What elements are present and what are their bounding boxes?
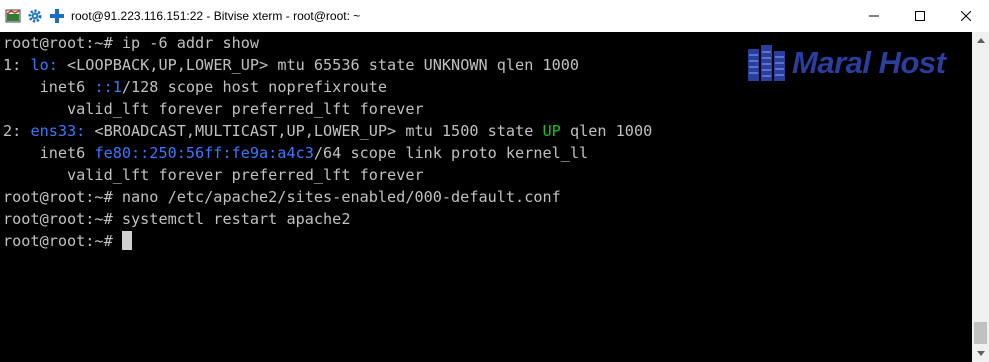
- terminal-text-segment: qlen 1000: [560, 122, 653, 140]
- server-tower-icon: [748, 45, 785, 81]
- terminal-text-segment: ens33:: [30, 122, 86, 140]
- scroll-up-arrow-icon[interactable]: [972, 32, 989, 49]
- terminal-text-segment: /128 scope host noprefixroute: [121, 78, 388, 96]
- terminal-text-segment: valid_lft forever preferred_lft forever: [3, 166, 424, 184]
- minimize-button[interactable]: [851, 0, 897, 32]
- terminal-text-segment: ::1: [94, 78, 122, 96]
- terminal-line: inet6 fe80::250:56ff:fe9a:a4c3/64 scope …: [3, 142, 589, 164]
- terminal-app-icon[interactable]: [5, 8, 21, 24]
- terminal-text-segment: root@root:~# nano /etc/apache2/sites-ena…: [3, 188, 561, 206]
- terminal-text-segment: root@root:~#: [3, 232, 122, 250]
- logo-text: Maral Host: [792, 45, 946, 80]
- terminal-text-segment: root@root:~# ip -6 addr show: [3, 34, 260, 52]
- maximize-icon: [915, 11, 925, 21]
- terminal-window: root@91.223.116.151:22 - Bitvise xterm -…: [0, 0, 989, 362]
- terminal-line: root@root:~# systemctl restart apache2: [3, 208, 350, 230]
- close-icon: [961, 11, 971, 21]
- terminal-text-segment: 2:: [3, 122, 31, 140]
- terminal-line: valid_lft forever preferred_lft forever: [3, 164, 424, 186]
- maral-host-logo: Maral Host: [746, 43, 946, 83]
- terminal-line: root@root:~#: [3, 230, 132, 252]
- terminal-line: inet6 ::1/128 scope host noprefixroute: [3, 76, 387, 98]
- terminal-text-segment: lo:: [30, 56, 58, 74]
- maximize-button[interactable]: [897, 0, 943, 32]
- terminal-text-segment: /64 scope link proto kernel_ll: [313, 144, 589, 162]
- terminal-line: root@root:~# nano /etc/apache2/sites-ena…: [3, 186, 561, 208]
- terminal-line: 1: lo: <LOOPBACK,UP,LOWER_UP> mtu 65536 …: [3, 54, 579, 76]
- terminal-line: 2: ens33: <BROADCAST,MULTICAST,UP,LOWER_…: [3, 120, 652, 142]
- terminal-text-segment: UP: [542, 122, 561, 140]
- terminal-text-segment: fe80::250:56ff:fe9a:a4c3: [94, 144, 314, 162]
- title-bar[interactable]: root@91.223.116.151:22 - Bitvise xterm -…: [0, 0, 989, 32]
- minimize-icon: [869, 15, 879, 17]
- terminal-line: root@root:~# ip -6 addr show: [3, 32, 259, 54]
- terminal-text-segment: valid_lft forever preferred_lft forever: [3, 100, 424, 118]
- scrollbar-thumb[interactable]: [974, 322, 987, 344]
- vertical-scrollbar[interactable]: [972, 32, 989, 362]
- close-button[interactable]: [943, 0, 989, 32]
- gear-icon[interactable]: [27, 8, 43, 24]
- terminal-text-segment: inet6: [3, 78, 95, 96]
- terminal-line: valid_lft forever preferred_lft forever: [3, 98, 424, 120]
- terminal-text-segment: <BROADCAST,MULTICAST,UP,LOWER_UP> mtu 15…: [85, 122, 543, 140]
- terminal-text-segment: <LOOPBACK,UP,LOWER_UP> mtu 65536 state U…: [57, 56, 580, 74]
- text-cursor: [121, 231, 132, 250]
- terminal-text-segment: root@root:~# systemctl restart apache2: [3, 210, 351, 228]
- window-title: root@91.223.116.151:22 - Bitvise xterm -…: [71, 9, 361, 23]
- terminal-text-segment: inet6: [3, 144, 95, 162]
- terminal-text-segment: 1:: [3, 56, 31, 74]
- scroll-down-arrow-icon[interactable]: [972, 345, 989, 362]
- plus-icon[interactable]: [49, 8, 65, 24]
